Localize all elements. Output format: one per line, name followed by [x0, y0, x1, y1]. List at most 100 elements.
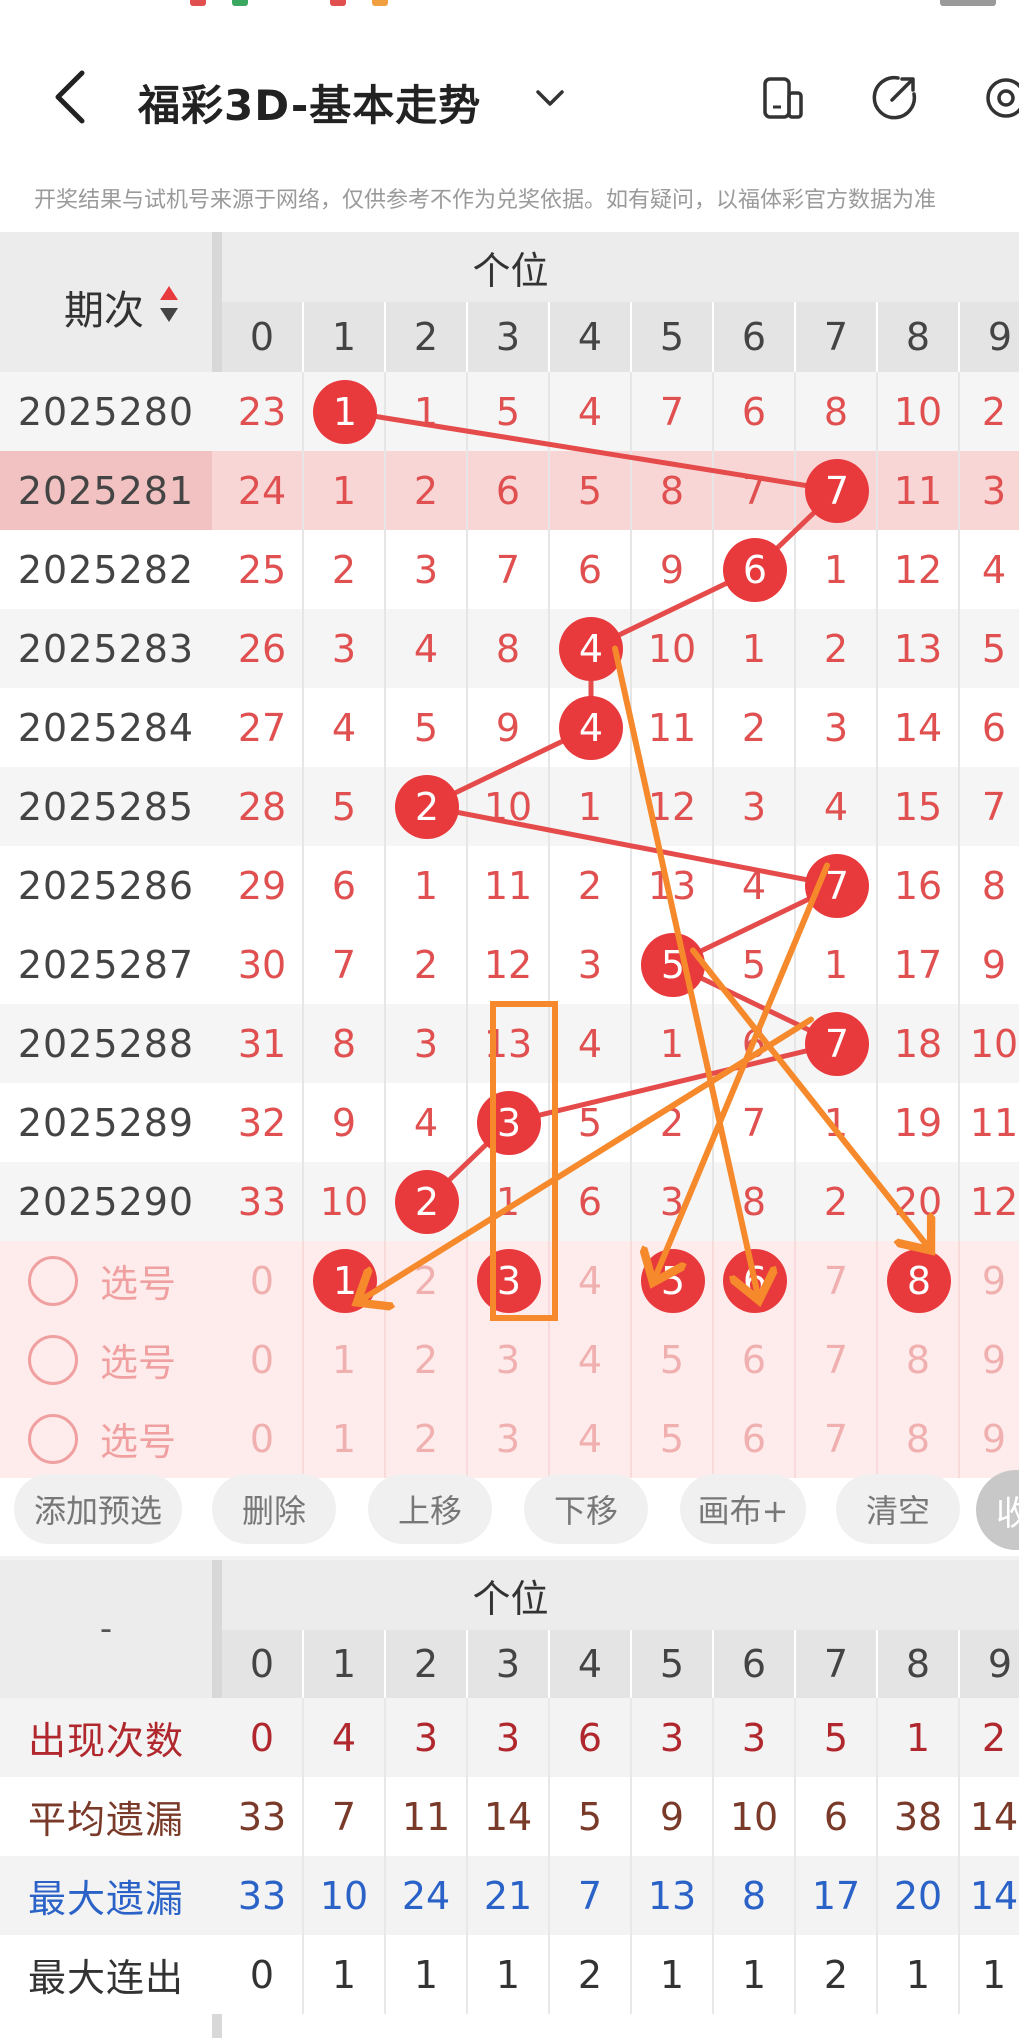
pick-cell[interactable]: 9 [960, 1241, 1019, 1320]
pick-cell[interactable]: 8 [878, 1320, 960, 1399]
canvas-add-button[interactable]: 画布+ [680, 1474, 806, 1544]
collapse-button[interactable]: 收 [976, 1470, 1019, 1550]
pick-radio[interactable] [28, 1255, 78, 1306]
table-row[interactable]: 2025285 28 5 10 1 12 3 4 15 7 [0, 767, 1019, 846]
pick-cell[interactable]: 6 [714, 1320, 796, 1399]
hit-ball: 7 [805, 458, 869, 523]
stats-row: 出现次数 0 4 3 3 6 3 3 5 1 2 [0, 1698, 1019, 1777]
digit-header-7[interactable]: 7 [796, 302, 878, 372]
stats-cell: 0 [222, 1698, 304, 1777]
miss-cell: 6 [304, 846, 386, 925]
miss-cell: 26 [222, 609, 304, 688]
pick-cell[interactable]: 3 [468, 1320, 550, 1399]
digit-header-8[interactable]: 8 [878, 302, 960, 372]
settings-button[interactable] [976, 68, 1019, 128]
miss-cell: 32 [222, 1083, 304, 1162]
digit-header-0[interactable]: 0 [222, 302, 304, 372]
table-row[interactable]: 2025282 25 2 3 7 6 9 1 12 4 [0, 530, 1019, 609]
pick-row-selector[interactable]: 选号 [0, 1320, 212, 1399]
move-up-button[interactable]: 上移 [368, 1474, 492, 1544]
pick-radio[interactable] [28, 1413, 78, 1464]
hit-ball: 3 [477, 1090, 541, 1155]
miss-cell: 18 [878, 1004, 960, 1083]
miss-cell: 5 [550, 1083, 632, 1162]
miss-cell: 8 [796, 372, 878, 451]
pick-row-selector[interactable]: 选号 [0, 1241, 212, 1320]
selected-ball[interactable]: 1 [313, 1248, 377, 1313]
selected-ball[interactable]: 5 [641, 1248, 705, 1313]
period-cell: 2025288 [17, 1021, 195, 1066]
miss-cell: 1 [796, 530, 878, 609]
digit-header-4[interactable]: 4 [550, 302, 632, 372]
period-cell: 2025286 [17, 863, 195, 908]
selected-ball[interactable]: 3 [477, 1248, 541, 1313]
table-row[interactable]: 2025280 23 1 5 4 7 6 8 10 2 [0, 372, 1019, 451]
pick-cell[interactable]: 7 [796, 1320, 878, 1399]
miss-cell: 6 [468, 451, 550, 530]
phone-layout-button[interactable] [752, 68, 812, 128]
pick-cell[interactable]: 9 [960, 1320, 1019, 1399]
selected-ball[interactable]: 8 [887, 1248, 951, 1313]
period-cell: 2025281 [0, 451, 212, 530]
digit-header-2[interactable]: 2 [386, 302, 468, 372]
stats-cell: 2 [796, 1935, 878, 2014]
stats-cell: 20 [878, 1856, 960, 1935]
add-preselect-button[interactable]: 添加预选 [14, 1474, 182, 1544]
miss-cell: 6 [550, 1162, 632, 1241]
pick-cell[interactable]: 1 [304, 1320, 386, 1399]
title-dropdown-button[interactable] [530, 78, 570, 118]
table-row[interactable]: 2025283 26 3 4 8 10 1 2 13 5 [0, 609, 1019, 688]
pick-cell[interactable]: 2 [386, 1320, 468, 1399]
selected-ball[interactable]: 6 [723, 1248, 787, 1313]
move-down-button[interactable]: 下移 [524, 1474, 648, 1544]
table-row[interactable]: 2025287 30 7 2 12 3 5 1 17 9 [0, 925, 1019, 1004]
page-title[interactable]: 福彩3D-基本走势 [138, 72, 481, 133]
digit-header-1[interactable]: 1 [304, 302, 386, 372]
miss-cell: 3 [796, 688, 878, 767]
pick-cell[interactable]: 4 [550, 1241, 632, 1320]
table-row[interactable]: 2025290 33 10 1 6 3 8 2 20 12 [0, 1162, 1019, 1241]
delete-button[interactable]: 删除 [212, 1474, 336, 1544]
digit-header-5[interactable]: 5 [632, 302, 714, 372]
stats-cell: 5 [550, 1777, 632, 1856]
digit-header-9[interactable]: 9 [960, 302, 1019, 372]
phone-layout-icon [763, 77, 803, 119]
share-button[interactable] [864, 68, 924, 128]
pick-cell[interactable]: 0 [222, 1320, 304, 1399]
pick-cell[interactable]: 5 [632, 1320, 714, 1399]
stats-cell: 4 [304, 1698, 386, 1777]
stats-digit-header-2: 2 [386, 1630, 468, 1698]
miss-cell: 5 [304, 767, 386, 846]
stats-row-label: 出现次数 [27, 1719, 184, 1763]
miss-cell: 13 [632, 846, 714, 925]
period-column-header[interactable]: 期次 [0, 232, 212, 372]
miss-cell: 1 [796, 1083, 878, 1162]
miss-cell: 2 [714, 688, 796, 767]
pick-radio[interactable] [28, 1334, 78, 1385]
miss-cell: 28 [222, 767, 304, 846]
battery-icon [940, 0, 996, 6]
miss-cell: 4 [550, 372, 632, 451]
stats-cell: 1 [714, 1935, 796, 2014]
stats-cell: 14 [960, 1777, 1019, 1856]
back-button[interactable] [40, 62, 100, 132]
hit-ball: 4 [559, 616, 623, 681]
digit-header-3[interactable]: 3 [468, 302, 550, 372]
pick-cell[interactable]: 4 [550, 1320, 632, 1399]
miss-cell: 4 [796, 767, 878, 846]
pick-cell[interactable]: 7 [796, 1241, 878, 1320]
stats-digit-header-6: 6 [714, 1630, 796, 1698]
pick-cell[interactable]: 0 [222, 1241, 304, 1320]
stats-cell: 14 [960, 1856, 1019, 1935]
stats-cell: 0 [222, 1935, 304, 2014]
stats-cell: 1 [386, 1935, 468, 2014]
stats-digit-header-7: 7 [796, 1630, 878, 1698]
digit-header-6[interactable]: 6 [714, 302, 796, 372]
miss-cell: 13 [878, 609, 960, 688]
pick-row[interactable]: 选号 0 1 2 3 4 5 6 7 8 9 [0, 1320, 1019, 1399]
table-row[interactable]: 2025284 27 4 5 9 11 2 3 14 6 [0, 688, 1019, 767]
pick-cell[interactable]: 2 [386, 1241, 468, 1320]
miss-cell: 20 [878, 1162, 960, 1241]
clear-button[interactable]: 清空 [836, 1474, 960, 1544]
miss-cell: 12 [632, 767, 714, 846]
